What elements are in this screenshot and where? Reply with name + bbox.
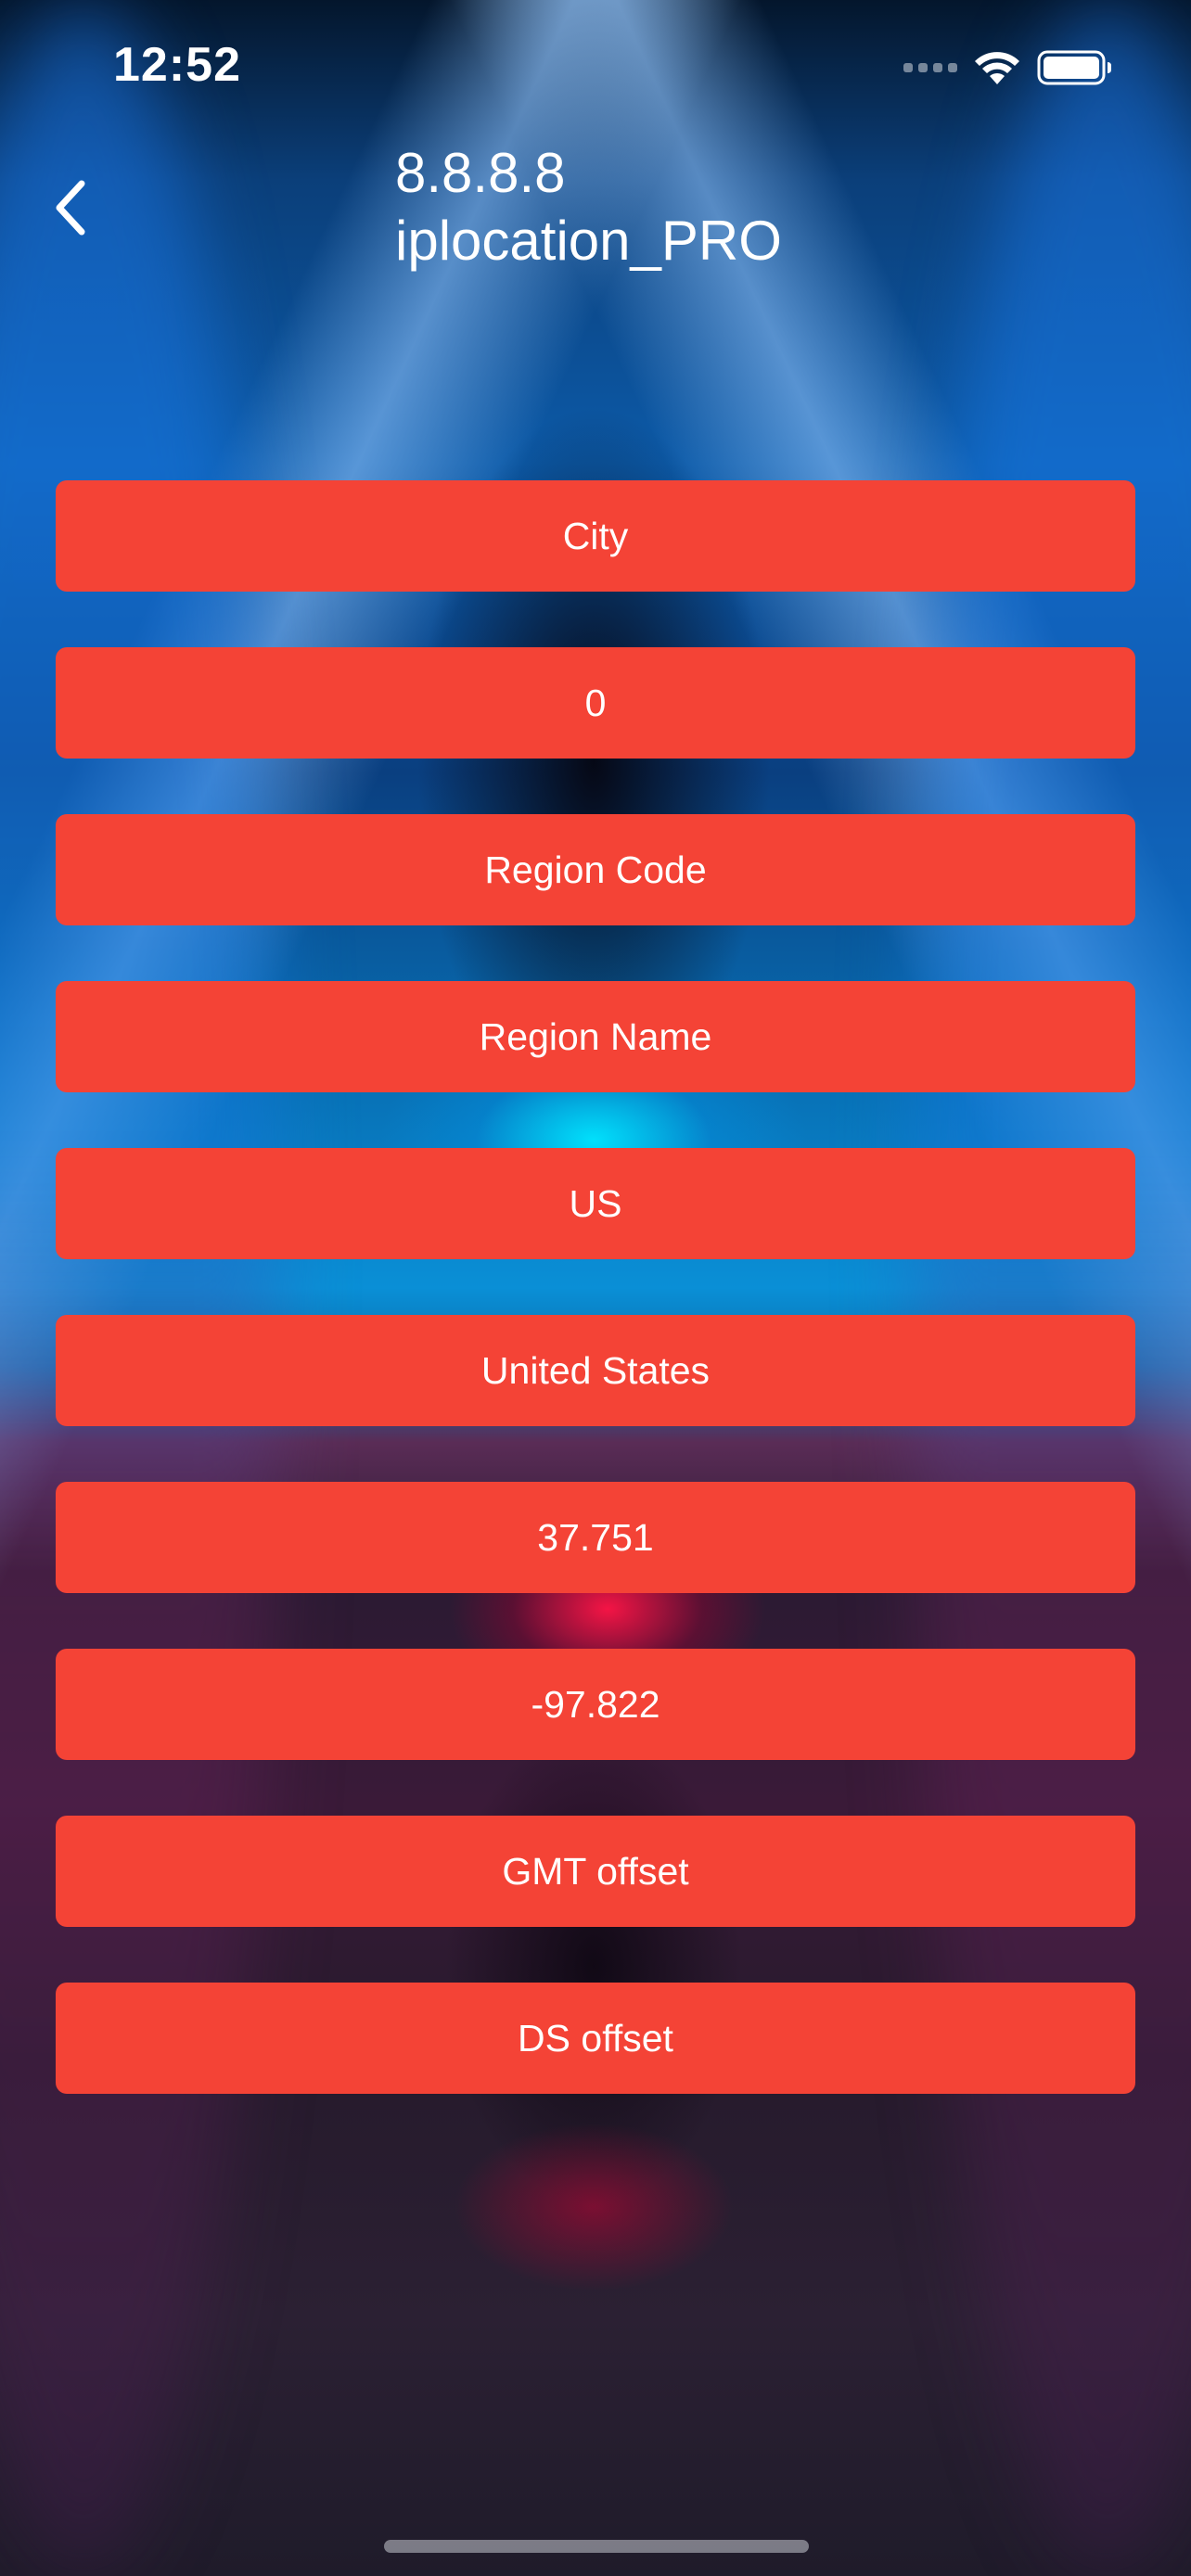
status-time: 12:52 — [113, 38, 241, 92]
country-name-button[interactable]: United States — [56, 1315, 1135, 1426]
status-icons — [903, 45, 1113, 91]
longitude-button[interactable]: -97.822 — [56, 1649, 1135, 1760]
zip-value-button[interactable]: 0 — [56, 647, 1135, 759]
region-code-button[interactable]: Region Code — [56, 814, 1135, 925]
wifi-icon — [975, 52, 1019, 84]
page-title-ip: 8.8.8.8 — [395, 142, 566, 204]
app-screen: 12:52 8.8.8.8 iplocation_PRO City 0 Regi… — [0, 0, 1191, 2576]
country-code-button[interactable]: US — [56, 1148, 1135, 1259]
battery-icon — [1037, 50, 1111, 85]
region-name-button[interactable]: Region Name — [56, 981, 1135, 1092]
home-indicator[interactable] — [384, 2540, 809, 2553]
latitude-button[interactable]: 37.751 — [56, 1482, 1135, 1593]
page-title: 8.8.8.8 iplocation_PRO — [395, 139, 782, 274]
status-bar: 12:52 — [0, 0, 1191, 130]
page-title-app-name: iplocation_PRO — [395, 210, 782, 272]
info-list: City 0 Region Code Region Name US United… — [56, 480, 1135, 2149]
back-button[interactable] — [33, 171, 108, 245]
city-button[interactable]: City — [56, 480, 1135, 592]
chevron-left-icon — [56, 180, 85, 236]
signal-icon — [903, 63, 957, 72]
ds-offset-button[interactable]: DS offset — [56, 1983, 1135, 2094]
gmt-offset-button[interactable]: GMT offset — [56, 1816, 1135, 1927]
